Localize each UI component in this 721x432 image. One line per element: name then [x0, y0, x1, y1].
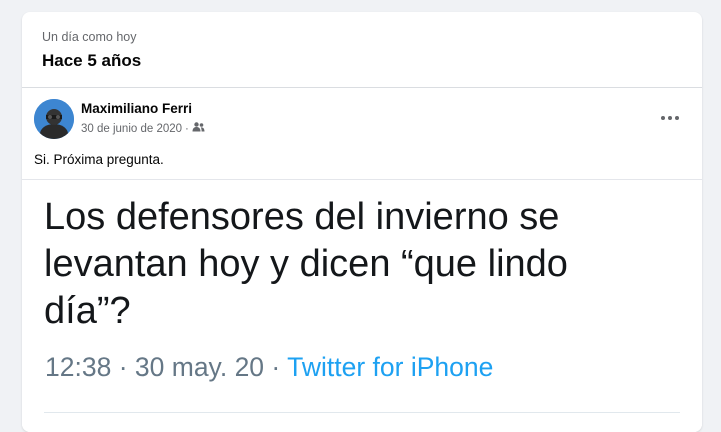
- post-text: Si. Próxima pregunta.: [34, 152, 164, 167]
- tweet-text: Los defensores del invierno se levantan …: [44, 196, 568, 332]
- tweet-divider: [44, 412, 680, 413]
- avatar-image: [34, 99, 74, 139]
- avatar[interactable]: [34, 99, 74, 139]
- tweet-screenshot[interactable]: Los defensores del invierno se levantan …: [22, 180, 702, 432]
- header-divider: [22, 87, 702, 88]
- tweet-time: 12:38: [45, 352, 112, 382]
- post-header: Maximiliano Ferri 30 de junio de 2020 ·: [34, 99, 702, 141]
- tweet-date: 30 may. 20: [134, 352, 265, 382]
- tweet-separator-2: ·: [271, 352, 281, 382]
- tweet-source: Twitter for iPhone: [287, 352, 494, 382]
- author-name[interactable]: Maximiliano Ferri: [81, 101, 192, 116]
- more-options-icon[interactable]: [658, 108, 682, 128]
- meta-separator: ·: [185, 122, 189, 135]
- memory-subtitle: Un día como hoy: [42, 30, 137, 44]
- memory-card: Un día como hoy Hace 5 años Maximiliano …: [22, 12, 702, 432]
- memory-header: Un día como hoy Hace 5 años: [42, 30, 141, 71]
- friends-icon: [192, 122, 205, 135]
- tweet-meta: 12:38 · 30 may. 20 · Twitter for iPhone: [45, 352, 493, 383]
- post-meta: 30 de junio de 2020 ·: [81, 122, 205, 135]
- tweet-separator-1: ·: [118, 352, 128, 382]
- post-date[interactable]: 30 de junio de 2020: [81, 123, 182, 135]
- memory-title: Hace 5 años: [42, 51, 142, 70]
